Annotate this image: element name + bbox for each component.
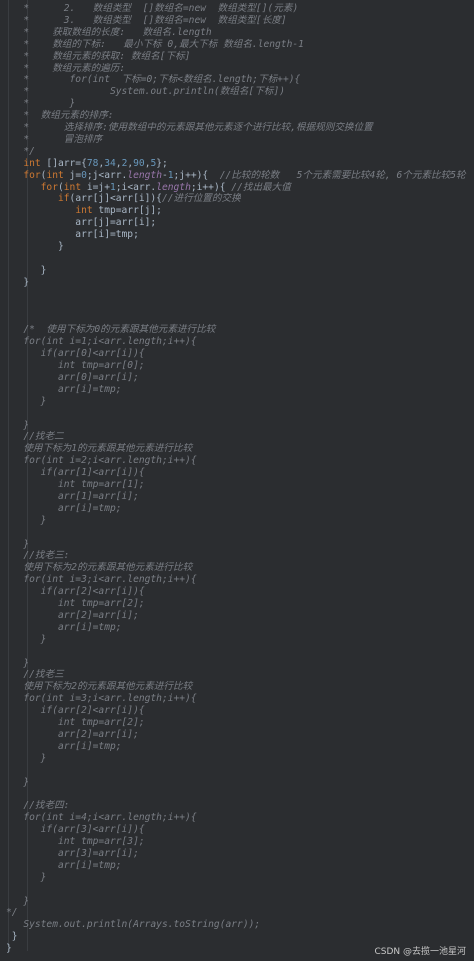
code-line: arr[3]=arr[i]; <box>6 847 139 859</box>
code-line: int []arr={78,34,2,90,5}; <box>23 157 168 169</box>
code-line: * } <box>6 98 76 110</box>
code-line: } <box>6 419 30 431</box>
code-line: /* 使用下标为0的元素跟其他元素进行比较 <box>6 324 216 336</box>
code-line: 使用下标为1的元素跟其他元素进行比较 <box>6 443 193 455</box>
code-line: for(int i=2;i<arr.length;i++){ <box>6 455 197 467</box>
code-line: int tmp=arr[j]; <box>75 205 162 217</box>
code-line: //找老三 <box>6 669 64 681</box>
code-line: if(arr[2]<arr[i]){ <box>6 586 145 598</box>
code-line: * for(int 下标=0;下标<数组名.length;下标++){ <box>6 74 301 86</box>
code-line: } <box>6 276 30 288</box>
code-line: } <box>6 395 47 407</box>
code-line: * 获取数组的长度: 数组名.length <box>6 26 212 38</box>
code-line: } <box>6 871 47 883</box>
code-line: arr[i]=tmp; <box>6 740 122 752</box>
code-line: arr[i]=tmp; <box>6 502 122 514</box>
code-line: } <box>6 895 30 907</box>
code-line: * 选择排序:使用数组中的元素跟其他元素逐个进行比较,根据规则交换位置 <box>6 122 373 133</box>
code-line: int tmp=arr[1]; <box>6 479 145 490</box>
code-line: for(int i=j+1;i<arr.length;i++){ //找出最大值 <box>40 181 291 193</box>
code-line: //找老三: <box>6 550 70 562</box>
code-line: } <box>6 752 47 764</box>
code-line: arr[1]=arr[i]; <box>6 490 139 502</box>
code-line: */ <box>6 145 35 157</box>
code-line: arr[2]=arr[i]; <box>6 728 139 740</box>
code-line: int tmp=arr[3]; <box>6 836 145 847</box>
code-line: if(arr[0]<arr[i]){ <box>6 348 145 360</box>
code-line: * 2. 数组类型 []数组名=new 数组类型[](元素) <box>6 3 299 14</box>
code-line: } <box>6 776 30 788</box>
code-line: //找老二 <box>6 431 64 443</box>
code-line: * 3. 数组类型 []数组名=new 数组类型[长度] <box>6 14 287 26</box>
code-line: int tmp=arr[2]; <box>6 717 145 728</box>
code-line: for(int i=1;i<arr.length;i++){ <box>6 336 197 348</box>
code-line: if(arr[2]<arr[i]){ <box>6 705 145 717</box>
code-line: } <box>6 264 47 276</box>
code-line: * 数组元素的排序: <box>6 110 114 122</box>
code-line: for(int i=4;i<arr.length;i++){ <box>6 812 197 824</box>
code-editor[interactable]: * 2. 数组类型 []数组名=new 数组类型[](元素) * 3. 数组类型… <box>0 0 474 961</box>
code-line: arr[i]=tmp; <box>6 859 122 871</box>
code-line: } <box>6 931 18 943</box>
code-line: * 数组的下标: 最小下标 0,最大下标 数组名.length-1 <box>6 38 304 50</box>
code-line: for(int i=3;i<arr.length;i++){ <box>6 574 197 586</box>
code-line: arr[0]=arr[i]; <box>6 371 139 383</box>
code-line: } <box>6 943 12 955</box>
code-line: } <box>6 633 47 645</box>
code-line: arr[i]=tmp; <box>6 229 139 241</box>
code-line: //找老四: <box>6 800 70 812</box>
code-line: 使用下标为2的元素跟其他元素进行比较 <box>6 681 193 693</box>
code-line: int tmp=arr[0]; <box>6 360 145 371</box>
code-line: */ <box>6 907 18 919</box>
code-line: if(arr[3]<arr[i]){ <box>6 824 145 836</box>
code-line: arr[i]=tmp; <box>6 383 122 395</box>
code-line: if(arr[j]<arr[i]){//进行位置的交换 <box>57 193 241 205</box>
code-line: for(int j=0;j<arr.length-1;j++){ //比较的轮数… <box>23 169 466 181</box>
code-line: arr[j]=arr[i]; <box>6 217 157 229</box>
code-line: 使用下标为2的元素跟其他元素进行比较 <box>6 562 193 574</box>
code-line: arr[i]=tmp; <box>6 621 122 633</box>
watermark: CSDN @去揽一池星河 <box>374 947 466 957</box>
code-line: } <box>6 657 30 669</box>
code-line: } <box>6 538 30 550</box>
code-line: } <box>6 241 64 252</box>
code-line: for(int i=3;i<arr.length;i++){ <box>6 693 197 705</box>
code-line: * 冒泡排序 <box>6 133 103 145</box>
code-line: arr[2]=arr[i]; <box>6 609 139 621</box>
code-line: * 数组元素的获取: 数组名[下标] <box>6 50 191 62</box>
code-line: } <box>6 514 47 526</box>
code-line: * 数组元素的遍历: <box>6 62 126 74</box>
code-line: System.out.println(Arrays.toString(arr))… <box>6 919 261 931</box>
code-line: * System.out.println(数组名[下标]) <box>6 86 286 98</box>
code-line: if(arr[1]<arr[i]){ <box>6 467 145 479</box>
code-line: int tmp=arr[2]; <box>6 598 145 609</box>
